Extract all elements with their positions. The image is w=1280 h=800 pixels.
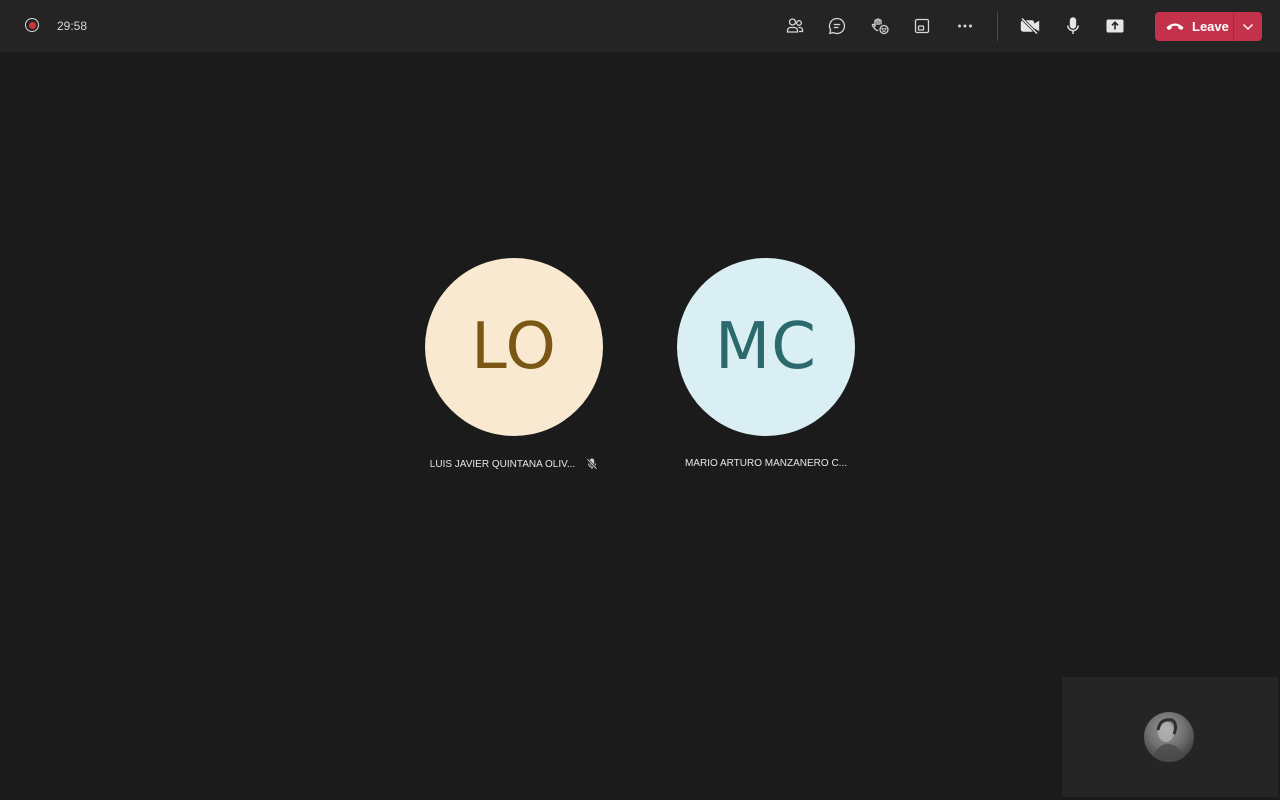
self-avatar bbox=[1144, 712, 1194, 762]
microphone-icon bbox=[1067, 17, 1079, 34]
participant-avatar: LO bbox=[425, 258, 603, 436]
leave-label: Leave bbox=[1192, 19, 1229, 34]
leave-button[interactable]: Leave bbox=[1155, 12, 1233, 41]
people-button[interactable] bbox=[781, 12, 809, 40]
participant-tile-1: LO LUIS JAVIER QUINTANA OLIV... bbox=[425, 258, 603, 470]
window-view-icon bbox=[914, 18, 930, 34]
chevron-down-icon bbox=[1243, 23, 1253, 30]
participant-name-row: MARIO ARTURO MANZANERO C... bbox=[677, 458, 855, 469]
share-screen-button[interactable] bbox=[1101, 12, 1129, 40]
profile-photo-icon bbox=[1152, 718, 1186, 762]
leave-button-group: Leave bbox=[1155, 12, 1262, 41]
people-icon bbox=[786, 18, 804, 33]
meeting-toolbar: 29:58 Leave bbox=[0, 0, 1280, 52]
recording-indicator-icon bbox=[25, 18, 39, 32]
toolbar-divider bbox=[997, 12, 998, 41]
participant-tile-2: MC MARIO ARTURO MANZANERO C... bbox=[677, 258, 855, 469]
hang-up-icon bbox=[1166, 23, 1184, 30]
meeting-timer: 29:58 bbox=[57, 19, 88, 33]
view-button[interactable] bbox=[908, 12, 936, 40]
raise-hand-react-icon bbox=[871, 18, 889, 35]
more-options-button[interactable] bbox=[951, 12, 979, 40]
share-screen-icon bbox=[1106, 19, 1124, 33]
mic-off-icon bbox=[586, 458, 598, 470]
reactions-button[interactable] bbox=[866, 12, 894, 40]
camera-toggle-button[interactable] bbox=[1016, 12, 1044, 40]
chat-button[interactable] bbox=[823, 12, 851, 40]
self-view-tile[interactable] bbox=[1062, 677, 1278, 797]
microphone-button[interactable] bbox=[1059, 12, 1087, 40]
leave-options-dropdown[interactable] bbox=[1234, 12, 1262, 41]
more-options-icon bbox=[958, 24, 972, 28]
chat-icon bbox=[828, 17, 846, 35]
participant-name: MARIO ARTURO MANZANERO C... bbox=[684, 458, 848, 469]
participant-name-row: LUIS JAVIER QUINTANA OLIV... bbox=[425, 458, 603, 470]
participant-name: LUIS JAVIER QUINTANA OLIV... bbox=[429, 458, 576, 470]
participant-avatar: MC bbox=[677, 258, 855, 436]
camera-off-icon bbox=[1020, 17, 1040, 35]
